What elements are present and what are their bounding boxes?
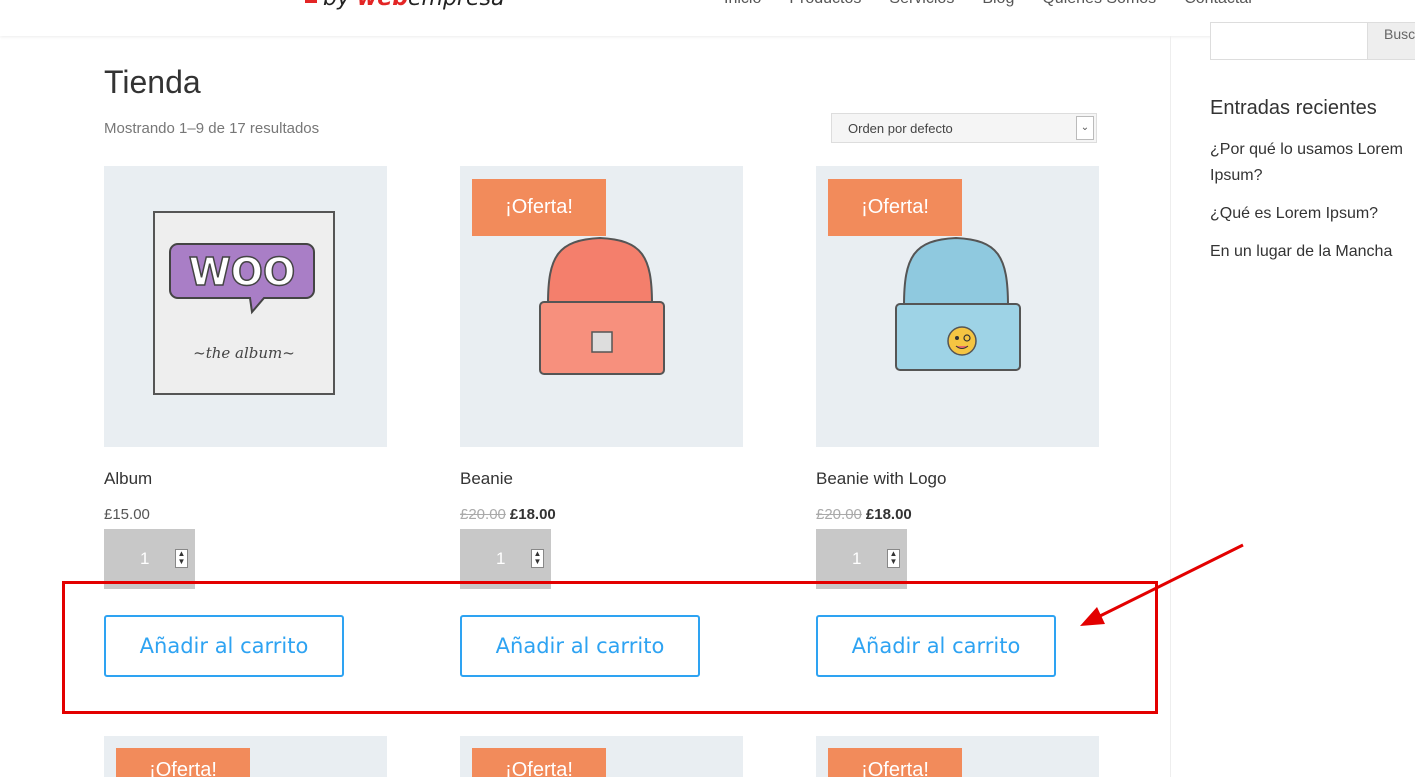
stepper-arrows-icon[interactable]: ▲ ▼ — [175, 549, 188, 568]
album-art-logo: WOO — [189, 250, 296, 294]
product-image[interactable]: WOO ~the album~ — [104, 166, 387, 447]
nav-item-contactar[interactable]: Contactar — [1184, 0, 1253, 8]
recent-post-link[interactable]: ¿Qué es Lorem Ipsum? — [1210, 201, 1415, 227]
quantity-value[interactable]: 1 — [852, 549, 861, 569]
stepper-arrows-icon[interactable]: ▲ ▼ — [887, 549, 900, 568]
recent-posts-title: Entradas recientes — [1210, 97, 1377, 119]
recent-post-link[interactable]: En un lugar de la Mancha — [1210, 239, 1415, 265]
logo-mark — [305, 0, 317, 3]
product-price: £15.00 — [104, 506, 150, 523]
sale-badge: ¡Oferta! — [472, 748, 606, 777]
result-count: Mostrando 1–9 de 17 resultados — [104, 120, 320, 137]
logo-suffix: empresa — [408, 0, 504, 11]
nav-item-productos[interactable]: Productos — [789, 0, 861, 8]
product-card-beanie-with-logo: ¡Oferta! Beanie with Logo £20.00 £18.00 1… — [816, 166, 1099, 677]
add-to-cart-button[interactable]: Añadir al carrito — [104, 615, 344, 677]
sort-select-value: Orden por defecto — [848, 121, 953, 136]
sidebar-divider — [1170, 36, 1171, 777]
stepper-arrows-icon[interactable]: ▲ ▼ — [531, 549, 544, 568]
sale-price: £18.00 — [865, 506, 912, 523]
product-card-partial[interactable]: ¡Oferta! — [460, 736, 743, 777]
product-name[interactable]: Beanie with Logo — [816, 469, 946, 489]
album-art-icon: WOO ~the album~ — [153, 211, 335, 395]
recent-posts-list: ¿Por qué lo usamos Lorem Ipsum? ¿Qué es … — [1210, 137, 1415, 277]
quantity-stepper[interactable]: 1 ▲ ▼ — [460, 529, 551, 589]
product-card-partial[interactable]: ¡Oferta! — [104, 736, 387, 777]
old-price: £20.00 — [816, 506, 862, 523]
quantity-stepper[interactable]: 1 ▲ ▼ — [104, 529, 195, 589]
nav-item-blog[interactable]: Blog — [982, 0, 1014, 8]
search-input[interactable] — [1210, 22, 1370, 60]
sale-badge: ¡Oferta! — [472, 179, 606, 236]
sale-badge: ¡Oferta! — [828, 179, 962, 236]
logo-brand: web — [357, 0, 408, 11]
nav-item-quienes-somos[interactable]: Quiénes Somos — [1042, 0, 1156, 8]
nav-item-servicios[interactable]: Servicios — [889, 0, 954, 8]
page-title: Tienda — [104, 64, 201, 100]
product-card-album: WOO ~the album~ Album £15.00 1 ▲ ▼ Añadir… — [104, 166, 387, 677]
product-name[interactable]: Album — [104, 469, 152, 489]
quantity-stepper[interactable]: 1 ▲ ▼ — [816, 529, 907, 589]
search-button[interactable]: Buscar — [1367, 22, 1415, 60]
product-name[interactable]: Beanie — [460, 469, 513, 489]
album-art-caption: ~the album~ — [193, 344, 295, 362]
product-card-partial[interactable]: ¡Oferta! — [816, 736, 1099, 777]
sale-badge: ¡Oferta! — [116, 748, 250, 777]
main-nav: Inicio Productos Servicios Blog Quiénes … — [724, 0, 1254, 8]
product-image[interactable]: ¡Oferta! — [460, 166, 743, 447]
nav-item-inicio[interactable]: Inicio — [724, 0, 761, 8]
recent-post-link[interactable]: ¿Por qué lo usamos Lorem Ipsum? — [1210, 137, 1415, 189]
sale-badge: ¡Oferta! — [828, 748, 962, 777]
product-card-beanie: ¡Oferta! Beanie £20.00 £18.00 1 ▲ ▼ Añadir… — [460, 166, 743, 677]
product-image[interactable]: ¡Oferta! — [816, 166, 1099, 447]
add-to-cart-button[interactable]: Añadir al carrito — [816, 615, 1056, 677]
logo-prefix: by — [323, 0, 350, 11]
sale-price: £18.00 — [509, 506, 556, 523]
quantity-value[interactable]: 1 — [496, 549, 505, 569]
site-logo[interactable]: by webempresa — [305, 0, 504, 11]
quantity-value[interactable]: 1 — [140, 549, 149, 569]
chevron-down-icon[interactable]: ⌄ — [1076, 116, 1094, 140]
sort-select[interactable]: Orden por defecto ⌄ — [831, 113, 1097, 143]
product-price: £20.00 £18.00 — [816, 506, 912, 523]
product-price: £20.00 £18.00 — [460, 506, 556, 523]
add-to-cart-button[interactable]: Añadir al carrito — [460, 615, 700, 677]
old-price: £20.00 — [460, 506, 506, 523]
site-header: by webempresa Inicio Productos Servicios… — [0, 0, 1415, 36]
